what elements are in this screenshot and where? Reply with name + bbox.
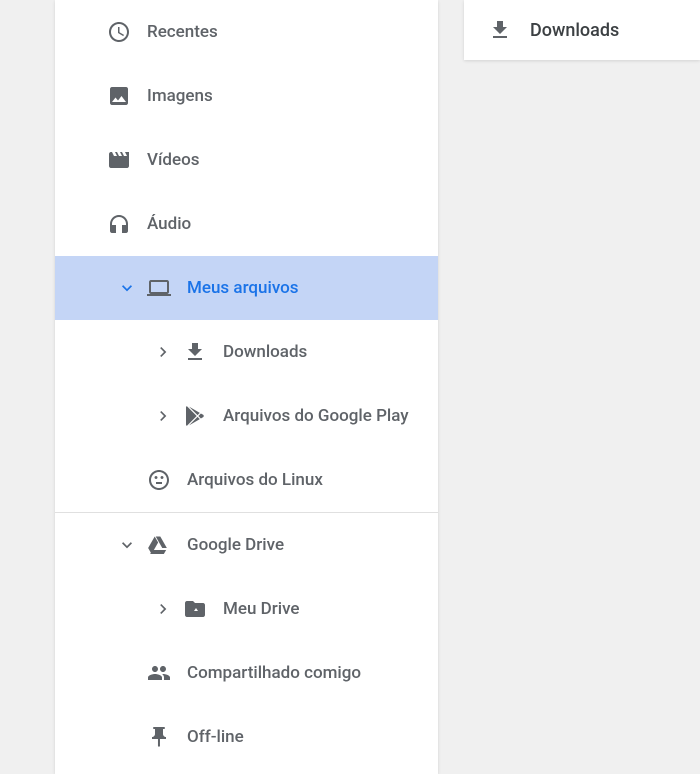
image-icon [107, 84, 131, 108]
chevron-right-icon [151, 597, 175, 621]
sidebar-item-meus-arquivos[interactable]: Meus arquivos [55, 256, 438, 320]
linux-icon [147, 468, 171, 492]
sidebar-item-label: Recentes [147, 22, 218, 42]
sidebar-item-label: Meu Drive [223, 599, 300, 619]
folder-drive-icon [183, 597, 207, 621]
main-panel: Downloads [464, 0, 700, 60]
sidebar: Recentes Imagens Vídeos Áudio [55, 0, 438, 774]
main-item-downloads[interactable]: Downloads [464, 0, 700, 60]
sidebar-item-downloads[interactable]: Downloads [55, 320, 438, 384]
google-play-icon [183, 404, 207, 428]
sidebar-item-google-play[interactable]: Arquivos do Google Play [55, 384, 438, 448]
headphones-icon [107, 212, 131, 236]
sidebar-item-label: Arquivos do Google Play [223, 406, 409, 426]
sidebar-item-videos[interactable]: Vídeos [55, 128, 438, 192]
chevron-right-icon [151, 340, 175, 364]
clock-icon [107, 20, 131, 44]
download-icon [488, 18, 512, 42]
pin-icon [147, 725, 171, 749]
sidebar-item-label: Arquivos do Linux [187, 470, 323, 490]
sidebar-item-label: Google Drive [187, 535, 284, 555]
sidebar-item-meu-drive[interactable]: Meu Drive [55, 577, 438, 641]
google-drive-icon [147, 533, 171, 557]
laptop-icon [147, 276, 171, 300]
chevron-right-icon [151, 404, 175, 428]
sidebar-item-label: Off-line [187, 727, 244, 747]
sidebar-item-recentes[interactable]: Recentes [55, 0, 438, 64]
sidebar-item-label: Meus arquivos [187, 278, 299, 298]
video-icon [107, 148, 131, 172]
main-item-label: Downloads [530, 20, 619, 41]
sidebar-item-audio[interactable]: Áudio [55, 192, 438, 256]
sidebar-item-label: Áudio [147, 214, 191, 234]
sidebar-item-linux[interactable]: Arquivos do Linux [55, 448, 438, 512]
sidebar-item-label: Imagens [147, 86, 213, 106]
chevron-down-icon [115, 533, 139, 557]
sidebar-item-label: Compartilhado comigo [187, 663, 361, 683]
sidebar-item-google-drive[interactable]: Google Drive [55, 513, 438, 577]
chevron-down-icon [115, 276, 139, 300]
sidebar-item-label: Downloads [223, 342, 307, 362]
sidebar-item-offline[interactable]: Off-line [55, 705, 438, 769]
people-icon [147, 661, 171, 685]
sidebar-item-label: Vídeos [147, 150, 200, 170]
download-icon [183, 340, 207, 364]
sidebar-item-imagens[interactable]: Imagens [55, 64, 438, 128]
sidebar-item-compartilhado[interactable]: Compartilhado comigo [55, 641, 438, 705]
